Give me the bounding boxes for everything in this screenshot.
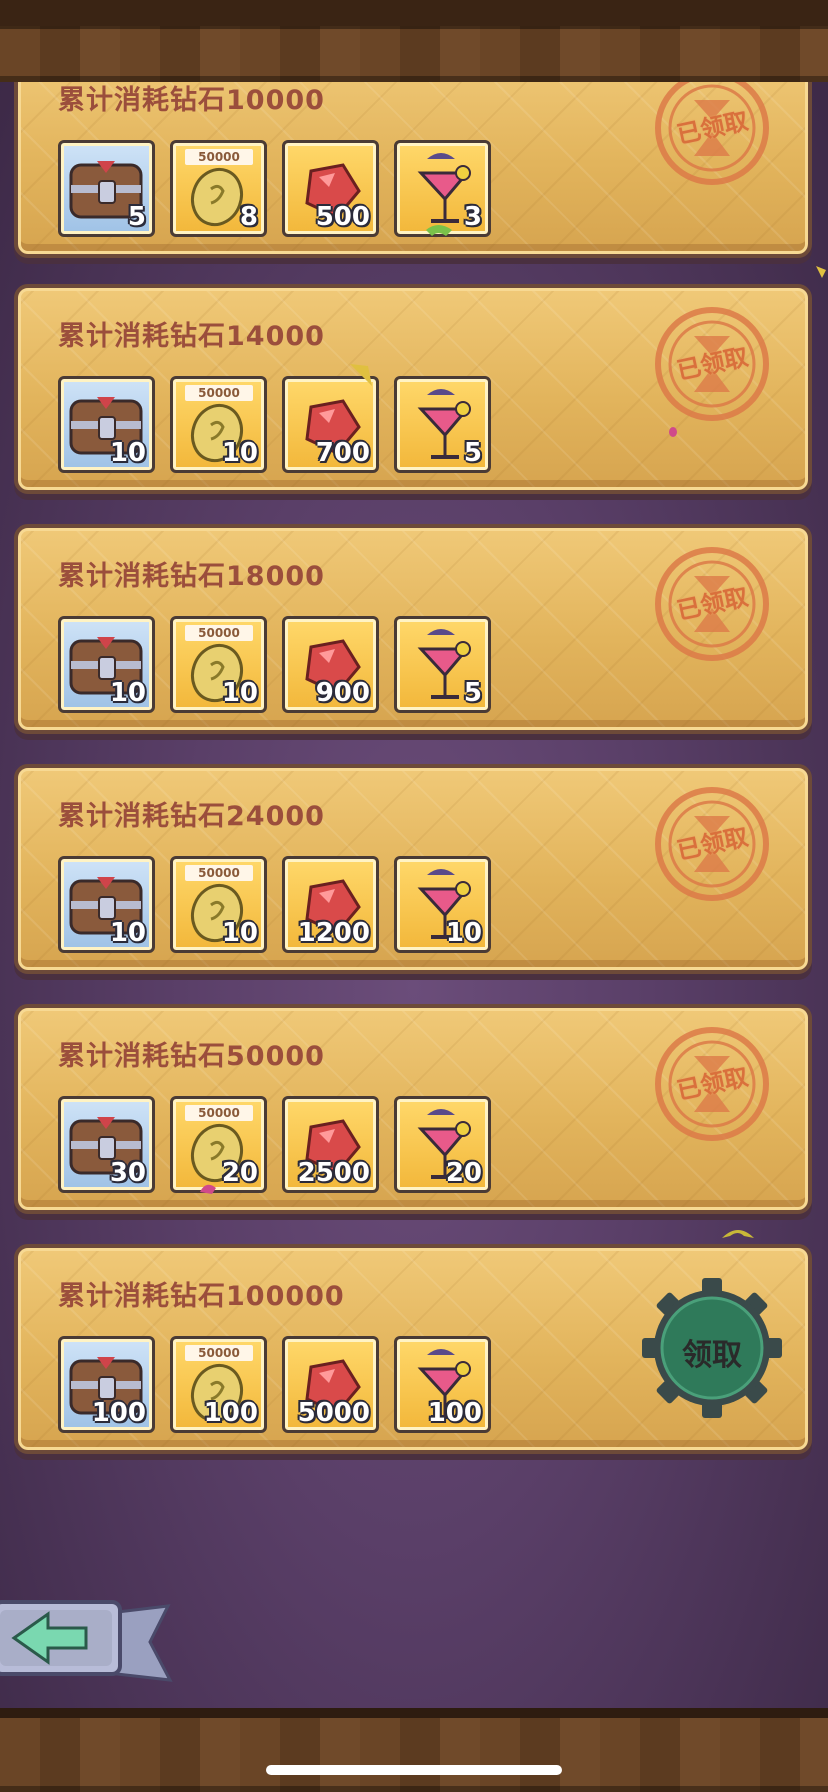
reward-qty: 5000: [297, 1398, 370, 1428]
reward-qty: 10: [221, 678, 258, 708]
reward-qty: 20: [445, 1158, 482, 1188]
reward-items: 10 50000 10 900 5: [58, 616, 491, 713]
reward-chest[interactable]: 30: [58, 1096, 155, 1193]
reward-coin[interactable]: 50000 10: [170, 856, 267, 953]
back-button[interactable]: [0, 1592, 180, 1692]
reward-tier-card: 累计消耗钻石24000 10 50000 10 1200 10 已领取: [14, 764, 812, 974]
reward-items: 30 50000 20 2500 20: [58, 1096, 491, 1193]
confetti-piece: [200, 1184, 216, 1194]
reward-qty: 900: [315, 678, 370, 708]
reward-qty: 100: [203, 1398, 258, 1428]
reward-qty: 100: [427, 1398, 482, 1428]
reward-gem[interactable]: 5000: [282, 1336, 379, 1433]
reward-tier-card: 累计消耗钻石100000 100 50000 100 5000 100 领取: [14, 1244, 812, 1454]
confetti-piece: [350, 364, 372, 386]
reward-coin[interactable]: 50000 10: [170, 616, 267, 713]
claimed-stamp: 已领取: [654, 786, 770, 902]
reward-qty: 5: [463, 678, 482, 708]
bottom-wood-frame: [0, 1708, 828, 1792]
reward-coin[interactable]: 50000 100: [170, 1336, 267, 1433]
reward-chest[interactable]: 10: [58, 856, 155, 953]
top-wood-frame: [0, 0, 828, 82]
reward-gem[interactable]: 700: [282, 376, 379, 473]
reward-cocktail[interactable]: 5: [394, 376, 491, 473]
reward-cocktail[interactable]: 5: [394, 616, 491, 713]
reward-qty: 5: [463, 438, 482, 468]
reward-gem[interactable]: 900: [282, 616, 379, 713]
reward-qty: 10: [221, 918, 258, 948]
reward-cocktail[interactable]: 20: [394, 1096, 491, 1193]
claimed-stamp: 已领取: [654, 306, 770, 422]
claim-button[interactable]: 领取: [642, 1278, 782, 1418]
reward-qty: 10: [221, 438, 258, 468]
reward-chest[interactable]: 10: [58, 376, 155, 473]
claimed-stamp: 已领取: [654, 82, 770, 186]
confetti-piece: [669, 427, 677, 437]
tier-title: 累计消耗钻石18000: [58, 561, 325, 592]
reward-chest[interactable]: 100: [58, 1336, 155, 1433]
reward-coin[interactable]: 50000 20: [170, 1096, 267, 1193]
reward-qty: 100: [91, 1398, 146, 1428]
claimed-stamp: 已领取: [654, 546, 770, 662]
reward-qty: 10: [109, 678, 146, 708]
reward-qty: 20: [221, 1158, 258, 1188]
reward-qty: 30: [109, 1158, 146, 1188]
home-indicator[interactable]: [266, 1765, 562, 1775]
tier-title: 累计消耗钻石100000: [58, 1281, 345, 1312]
tier-title: 累计消耗钻石10000: [58, 85, 325, 116]
reward-chest[interactable]: 5: [58, 140, 155, 237]
confetti-piece: [722, 1230, 754, 1238]
tier-title: 累计消耗钻石50000: [58, 1041, 325, 1072]
reward-qty: 8: [239, 202, 258, 232]
reward-tier-card: 累计消耗钻石10000 5 50000 8 500 3 已领取: [14, 82, 812, 258]
reward-qty: 1200: [297, 918, 370, 948]
reward-items: 100 50000 100 5000 100: [58, 1336, 491, 1433]
reward-tier-card: 累计消耗钻石18000 10 50000 10 900 5 已领取: [14, 524, 812, 734]
reward-qty: 5: [127, 202, 146, 232]
claimed-stamp: 已领取: [654, 1026, 770, 1142]
reward-items: 10 50000 10 700 5: [58, 376, 491, 473]
reward-coin[interactable]: 50000 10: [170, 376, 267, 473]
reward-gem[interactable]: 2500: [282, 1096, 379, 1193]
reward-gem[interactable]: 500: [282, 140, 379, 237]
claim-button-label: 领取: [682, 1338, 742, 1373]
tier-title: 累计消耗钻石24000: [58, 801, 325, 832]
reward-tier-card: 累计消耗钻石50000 30 50000 20 2500 20 已领取: [14, 1004, 812, 1214]
reward-qty: 10: [109, 918, 146, 948]
reward-qty: 10: [109, 438, 146, 468]
reward-items: 10 50000 10 1200 10: [58, 856, 491, 953]
reward-gem[interactable]: 1200: [282, 856, 379, 953]
reward-cocktail[interactable]: 10: [394, 856, 491, 953]
reward-tier-card: 累计消耗钻石14000 10 50000 10 700 5 已领取: [14, 284, 812, 494]
confetti-piece: [426, 225, 452, 236]
reward-qty: 500: [315, 202, 370, 232]
confetti-piece: [816, 266, 826, 278]
reward-coin[interactable]: 50000 8: [170, 140, 267, 237]
back-arrow-icon: [0, 1600, 173, 1682]
reward-tier-list[interactable]: 累计消耗钻石10000 5 50000 8 500 3 已领取 累计消耗钻石14…: [0, 82, 828, 1482]
reward-qty: 2500: [297, 1158, 370, 1188]
reward-qty: 3: [463, 202, 482, 232]
reward-cocktail[interactable]: 100: [394, 1336, 491, 1433]
reward-qty: 10: [445, 918, 482, 948]
reward-chest[interactable]: 10: [58, 616, 155, 713]
reward-qty: 700: [315, 438, 370, 468]
tier-title: 累计消耗钻石14000: [58, 321, 325, 352]
